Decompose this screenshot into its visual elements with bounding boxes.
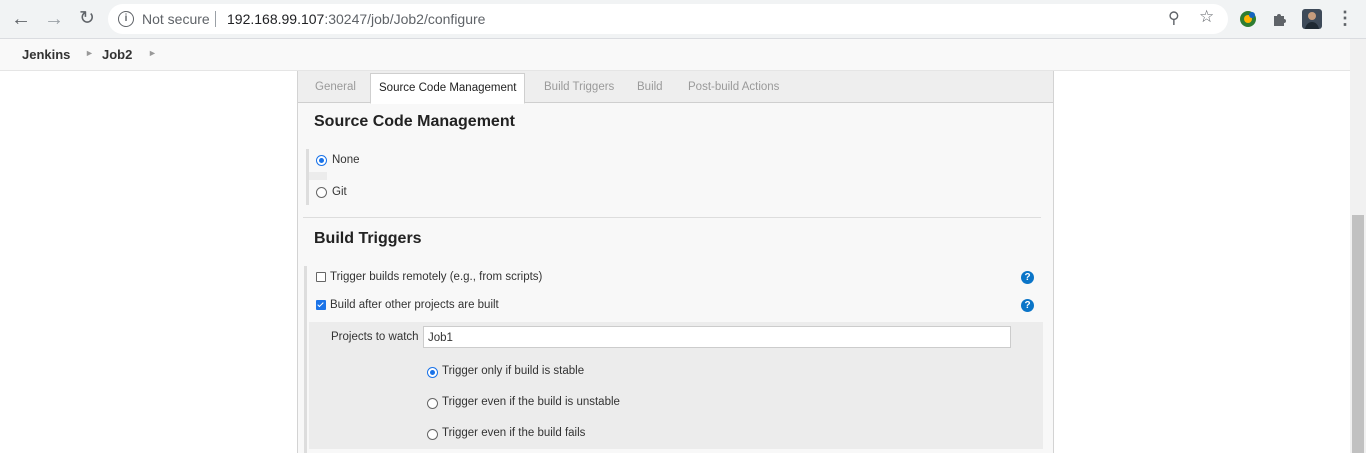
help-icon[interactable]: ?	[1021, 271, 1034, 284]
scm-section-title: Source Code Management	[314, 113, 515, 130]
chevron-right-icon[interactable]: ►	[85, 48, 94, 58]
address-bar[interactable]: i Not secure 192.168.99.107:30247/job/Jo…	[108, 4, 1228, 34]
triggers-options-bar	[304, 266, 307, 453]
browser-toolbar: ← → ↻ i Not secure 192.168.99.107:30247/…	[0, 0, 1366, 39]
trigger-fails-radio[interactable]	[427, 429, 438, 440]
breadcrumb-jenkins[interactable]: Jenkins	[22, 47, 70, 62]
info-icon[interactable]: i	[118, 11, 134, 27]
projects-to-watch-input[interactable]: Job1	[423, 326, 1011, 348]
star-icon[interactable]: ☆	[1199, 7, 1214, 27]
trigger-stable-radio[interactable]	[427, 367, 438, 378]
build-after-label: Build after other projects are built	[330, 299, 499, 311]
projects-to-watch-label: Projects to watch	[331, 331, 419, 343]
url-path: :30247/job/Job2/configure	[324, 11, 486, 27]
trigger-fails-label: Trigger even if the build fails	[442, 427, 586, 439]
url-host: 192.168.99.107	[227, 11, 325, 27]
tab-build-triggers[interactable]: Build Triggers	[544, 81, 614, 93]
section-divider	[303, 217, 1041, 218]
scm-none-radio[interactable]	[316, 155, 327, 166]
tab-general[interactable]: General	[315, 81, 356, 93]
config-tabs: General Source Code Management Build Tri…	[298, 71, 1053, 104]
trigger-stable-label: Trigger only if build is stable	[442, 365, 585, 377]
not-secure-label: Not secure	[142, 11, 210, 27]
breadcrumb-job2[interactable]: Job2	[102, 47, 132, 62]
back-icon[interactable]: ←	[9, 7, 33, 31]
build-after-checkbox[interactable]	[316, 300, 326, 310]
scrollbar-thumb[interactable]	[1352, 215, 1364, 453]
trigger-unstable-radio[interactable]	[427, 398, 438, 409]
chevron-right-icon[interactable]: ►	[148, 48, 157, 58]
config-panel: General Source Code Management Build Tri…	[297, 71, 1054, 453]
tab-source-code-management[interactable]: Source Code Management	[370, 73, 526, 104]
url-text[interactable]: 192.168.99.107:30247/job/Job2/configure	[227, 11, 485, 27]
extension-icon[interactable]	[1237, 8, 1259, 30]
scm-git-label: Git	[332, 186, 347, 198]
tab-post-build-actions[interactable]: Post-build Actions	[688, 81, 779, 93]
build-triggers-section-title: Build Triggers	[314, 230, 422, 247]
tab-build[interactable]: Build	[637, 81, 663, 93]
scm-none-label: None	[332, 154, 360, 166]
breadcrumb: Jenkins ► Job2 ►	[0, 39, 1366, 71]
forward-icon[interactable]: →	[42, 7, 66, 31]
help-icon[interactable]: ?	[1021, 299, 1034, 312]
scm-git-radio[interactable]	[316, 187, 327, 198]
trigger-remotely-label: Trigger builds remotely (e.g., from scri…	[330, 271, 543, 283]
puzzle-icon[interactable]	[1269, 8, 1291, 30]
scm-option-spacer	[309, 172, 327, 180]
reload-icon[interactable]: ↻	[75, 7, 99, 31]
page-scrollbar[interactable]	[1350, 39, 1366, 453]
address-separator	[215, 11, 216, 27]
avatar[interactable]	[1301, 8, 1323, 30]
zoom-icon[interactable]: ⚲	[1168, 8, 1180, 28]
menu-icon[interactable]: ⋮	[1336, 8, 1354, 29]
trigger-remotely-checkbox[interactable]	[316, 272, 326, 282]
trigger-unstable-label: Trigger even if the build is unstable	[442, 396, 620, 408]
